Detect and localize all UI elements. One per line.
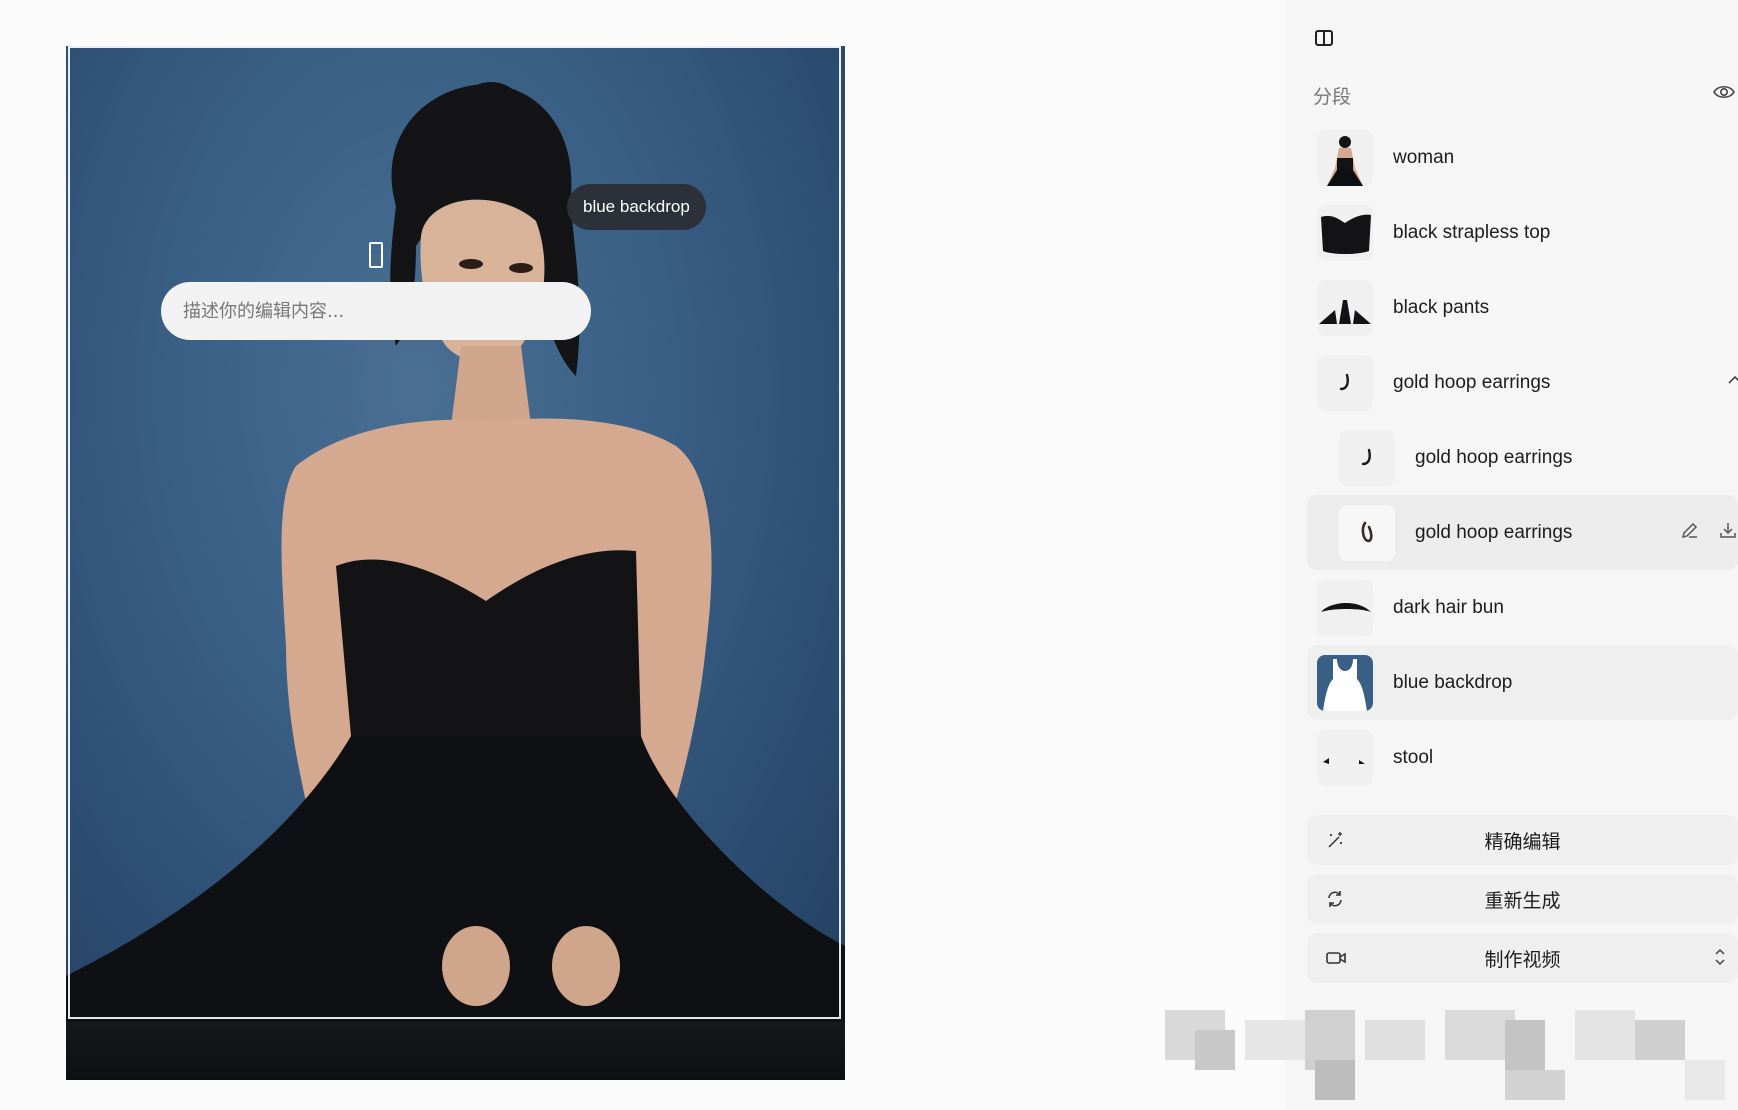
segment-item-black-strapless-top[interactable]: black strapless top bbox=[1307, 195, 1738, 270]
eye-icon[interactable] bbox=[1713, 84, 1735, 100]
segment-hover-tag: blue backdrop bbox=[567, 184, 706, 230]
earring-thumbnail bbox=[1339, 429, 1395, 486]
woman-thumbnail bbox=[1317, 129, 1373, 186]
precise-edit-button[interactable]: 精确编辑 bbox=[1307, 815, 1738, 865]
pants-thumbnail bbox=[1317, 279, 1373, 336]
regenerate-label: 重新生成 bbox=[1484, 889, 1561, 912]
chevron-updown-icon[interactable] bbox=[1714, 947, 1726, 967]
photo[interactable] bbox=[66, 46, 845, 1022]
segment-item-blue-backdrop[interactable]: blue backdrop bbox=[1307, 645, 1738, 720]
section-title: 分段 bbox=[1313, 86, 1352, 108]
earring-thumbnail bbox=[1317, 354, 1373, 411]
backdrop-thumbnail bbox=[1317, 654, 1373, 711]
magic-wand-icon bbox=[1328, 832, 1342, 848]
chevron-up-icon[interactable] bbox=[1728, 375, 1738, 385]
segment-label: stool bbox=[1393, 746, 1434, 768]
floor-area bbox=[66, 1022, 845, 1080]
earring-selection-marker[interactable] bbox=[369, 242, 383, 268]
top-thumbnail bbox=[1317, 204, 1373, 261]
segment-label: blue backdrop bbox=[1393, 671, 1513, 693]
segment-item-woman[interactable]: woman bbox=[1307, 120, 1738, 195]
segment-label: woman bbox=[1393, 146, 1455, 168]
segment-label: gold hoop earrings bbox=[1415, 446, 1573, 468]
segment-item-gold-hoop-earrings[interactable]: gold hoop earrings bbox=[1307, 345, 1738, 420]
refresh-icon bbox=[1328, 891, 1342, 907]
segment-item-gold-hoop-earrings-child[interactable]: gold hoop earrings bbox=[1307, 420, 1738, 495]
download-icon[interactable] bbox=[1718, 520, 1738, 540]
hair-thumbnail bbox=[1317, 579, 1373, 636]
obscured-region bbox=[1165, 1010, 1738, 1110]
segment-label: gold hoop earrings bbox=[1415, 521, 1573, 543]
segment-label: gold hoop earrings bbox=[1393, 371, 1551, 393]
edit-pencil-icon[interactable] bbox=[1680, 520, 1700, 540]
earring-thumbnail bbox=[1339, 504, 1395, 561]
image-canvas[interactable] bbox=[66, 46, 845, 1080]
video-camera-icon bbox=[1326, 952, 1346, 964]
portrait-illustration bbox=[66, 82, 845, 1022]
segment-item-gold-hoop-earrings-selected[interactable]: gold hoop earrings bbox=[1307, 495, 1738, 570]
segment-item-dark-hair-bun[interactable]: dark hair bun bbox=[1307, 570, 1738, 645]
edit-prompt-input[interactable] bbox=[161, 282, 591, 340]
segment-list: woman black strapless top black pants go… bbox=[1307, 120, 1738, 795]
sidebar-toggle-icon[interactable] bbox=[1315, 30, 1333, 46]
segment-item-stool[interactable]: stool bbox=[1307, 720, 1738, 795]
segments-panel: 分段 woman black strapless top black pants… bbox=[1285, 0, 1738, 1110]
make-video-label: 制作视频 bbox=[1484, 948, 1561, 971]
precise-edit-label: 精确编辑 bbox=[1484, 830, 1561, 853]
regenerate-button[interactable]: 重新生成 bbox=[1307, 874, 1738, 924]
segment-item-black-pants[interactable]: black pants bbox=[1307, 270, 1738, 345]
segment-label: black pants bbox=[1393, 296, 1490, 318]
stool-thumbnail bbox=[1317, 729, 1373, 786]
segment-label: dark hair bun bbox=[1393, 596, 1504, 618]
row-actions bbox=[1680, 520, 1738, 540]
make-video-button[interactable]: 制作视频 bbox=[1307, 933, 1738, 983]
segment-label: black strapless top bbox=[1393, 221, 1551, 243]
